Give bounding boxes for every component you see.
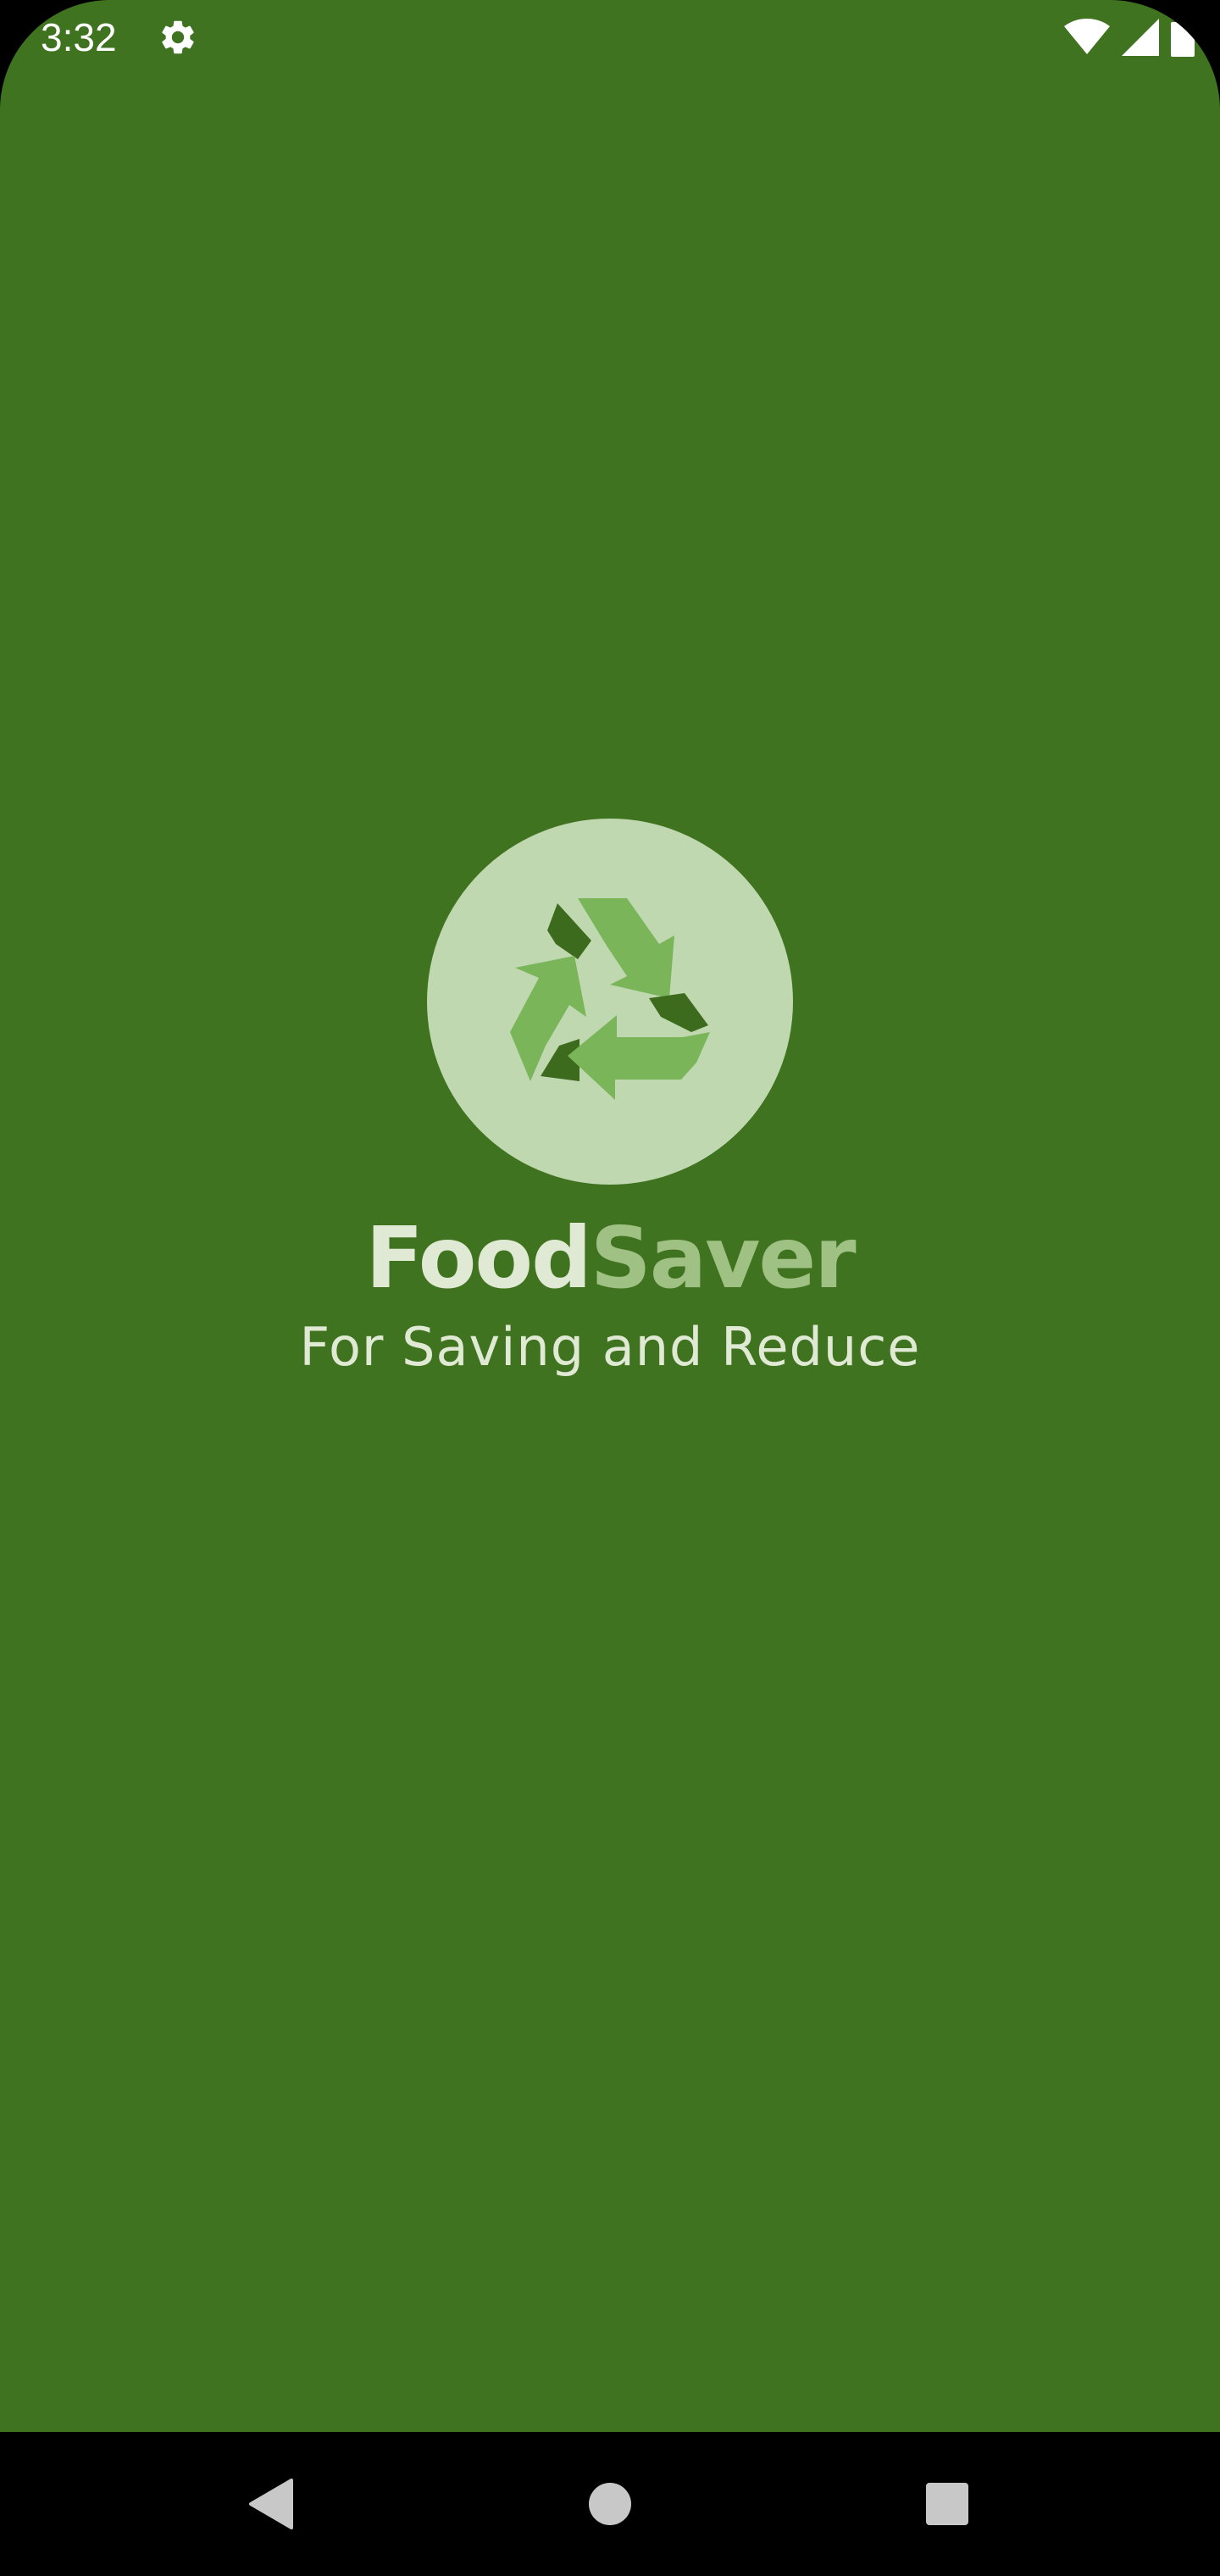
- brand-word-saver: Saver: [590, 1208, 857, 1307]
- recents-square-icon: [926, 2483, 968, 2525]
- splash-screen: 3:32 FoodSaver For Saving and Reduce: [0, 0, 1220, 2432]
- logo-circle: [427, 819, 793, 1185]
- status-time: 3:32: [41, 15, 117, 59]
- app-brand-title: FoodSaver: [0, 1203, 1220, 1313]
- status-bar: 3:32: [0, 0, 1220, 76]
- home-button[interactable]: [572, 2466, 648, 2542]
- wifi-icon: [1064, 19, 1110, 56]
- brand-word-food: Food: [365, 1208, 591, 1307]
- app-tagline: For Saving and Reduce: [299, 1316, 921, 1378]
- status-icons: [1064, 17, 1195, 58]
- device-frame: 3:32 FoodSaver For Saving and Reduce: [0, 0, 1220, 2576]
- system-navigation-bar: [0, 2432, 1220, 2576]
- home-circle-icon: [589, 2483, 631, 2525]
- recents-button[interactable]: [909, 2466, 985, 2542]
- cell-signal-icon: [1122, 19, 1159, 56]
- gear-icon: [158, 17, 198, 58]
- recycle-icon: [510, 898, 710, 1100]
- battery-icon: [1171, 18, 1195, 57]
- app-logo: [427, 819, 793, 1185]
- back-button[interactable]: [233, 2466, 309, 2542]
- back-triangle-icon: [249, 2479, 293, 2529]
